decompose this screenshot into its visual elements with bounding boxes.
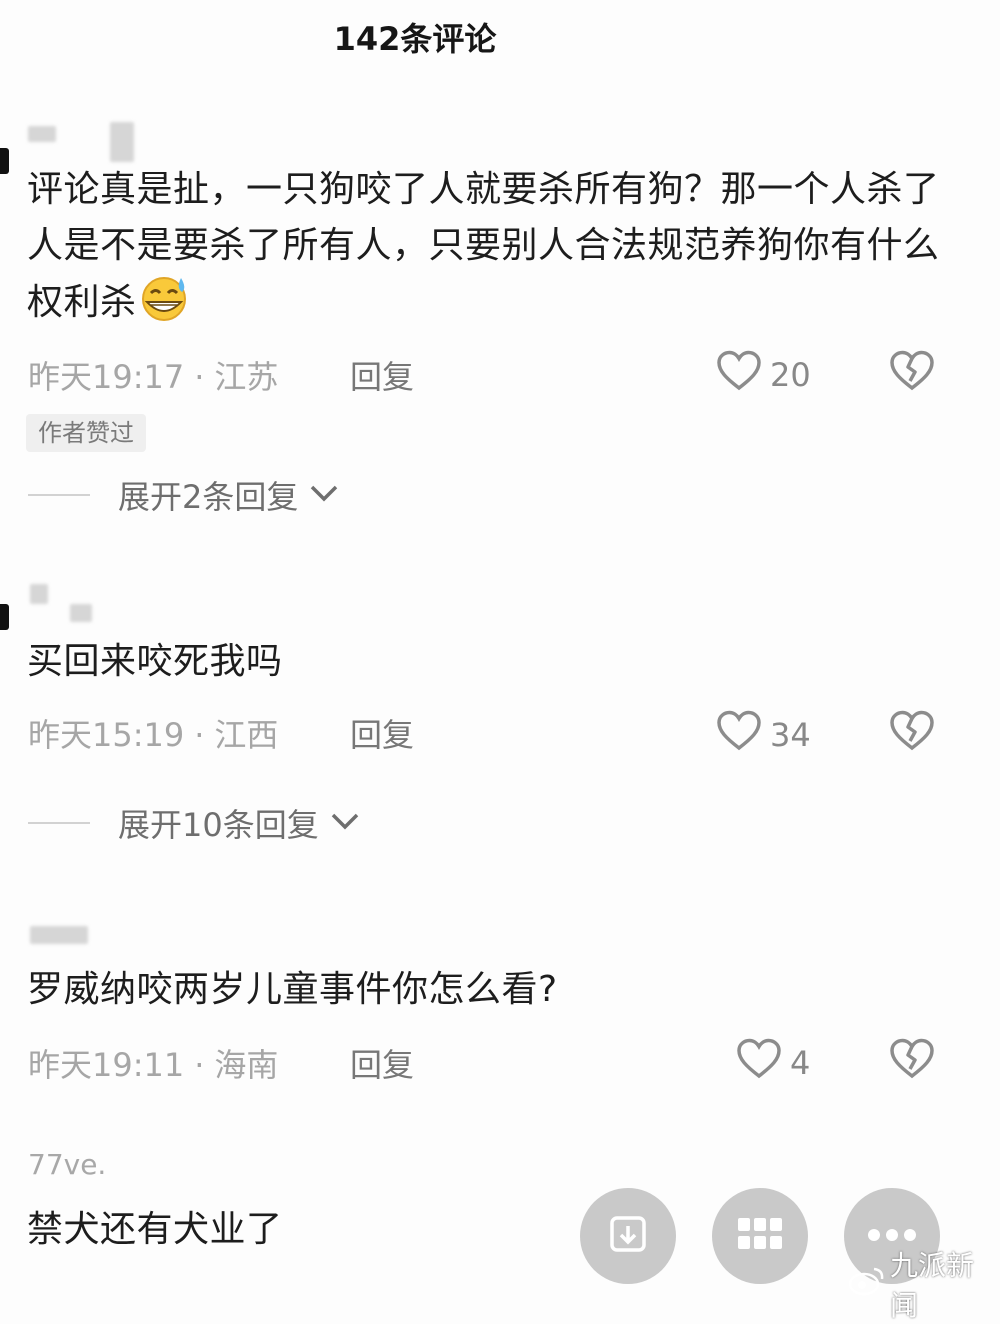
broken-heart-icon bbox=[889, 710, 935, 756]
comment-text: 罗威纳咬两岁儿童事件你怎么看? bbox=[27, 969, 558, 1010]
blurred-username bbox=[28, 582, 138, 622]
like-count: 34 bbox=[770, 716, 811, 754]
weibo-icon bbox=[848, 1266, 886, 1303]
heart-outline-icon bbox=[716, 710, 762, 760]
username[interactable]: 77ve. bbox=[28, 1148, 106, 1181]
reply-button[interactable]: 回复 bbox=[350, 1040, 414, 1086]
grid-button[interactable] bbox=[712, 1188, 808, 1284]
divider bbox=[28, 822, 90, 824]
comment-meta: 昨天19:11 · 海南 bbox=[28, 1046, 279, 1084]
chevron-down-icon bbox=[319, 810, 361, 836]
edge-marker bbox=[0, 148, 9, 174]
like-count: 4 bbox=[790, 1044, 811, 1082]
comment-text: 买回来咬死我吗 bbox=[27, 641, 283, 682]
author-liked-badge: 作者赞过 bbox=[26, 414, 146, 452]
watermark: 九派新闻 bbox=[848, 1244, 1000, 1324]
download-icon bbox=[606, 1212, 650, 1260]
expand-replies-button[interactable]: 展开10条回复 bbox=[28, 800, 361, 846]
heart-outline-icon bbox=[716, 350, 762, 400]
blurred-username bbox=[28, 122, 138, 162]
chevron-down-icon bbox=[298, 482, 340, 508]
comment-text: 禁犬还有犬业了 bbox=[27, 1209, 283, 1250]
download-button[interactable] bbox=[580, 1188, 676, 1284]
expand-replies-button[interactable]: 展开2条回复 bbox=[28, 472, 340, 518]
grinning-sweat-emoji bbox=[137, 274, 193, 339]
divider bbox=[28, 494, 90, 496]
comment-text: 评论真是扯，一只狗咬了人就要杀所有狗？那一个人杀了人是不是要杀了所有人，只要别人… bbox=[27, 162, 947, 339]
comment-meta: 昨天15:19 · 江西 bbox=[28, 716, 279, 754]
like-button[interactable]: 20 bbox=[716, 350, 811, 400]
reply-button[interactable]: 回复 bbox=[350, 352, 414, 398]
watermark-text: 九派新闻 bbox=[890, 1249, 975, 1322]
broken-heart-icon bbox=[889, 1038, 935, 1084]
expand-replies-label: 展开2条回复 bbox=[118, 478, 299, 516]
dislike-button[interactable] bbox=[889, 1038, 935, 1084]
broken-heart-icon bbox=[889, 350, 935, 396]
more-icon bbox=[867, 1227, 917, 1246]
dislike-button[interactable] bbox=[889, 350, 935, 396]
blurred-username bbox=[28, 922, 138, 962]
grid-icon bbox=[736, 1216, 784, 1256]
comment-meta: 昨天19:17 · 江苏 bbox=[28, 358, 279, 396]
like-button[interactable]: 34 bbox=[716, 710, 811, 760]
page-title: 142条评论 bbox=[333, 20, 497, 58]
edge-marker bbox=[0, 604, 9, 630]
like-button[interactable]: 4 bbox=[736, 1038, 810, 1088]
heart-outline-icon bbox=[736, 1038, 782, 1088]
like-count: 20 bbox=[770, 356, 811, 394]
dislike-button[interactable] bbox=[889, 710, 935, 756]
reply-button[interactable]: 回复 bbox=[350, 710, 414, 756]
expand-replies-label: 展开10条回复 bbox=[118, 806, 319, 844]
